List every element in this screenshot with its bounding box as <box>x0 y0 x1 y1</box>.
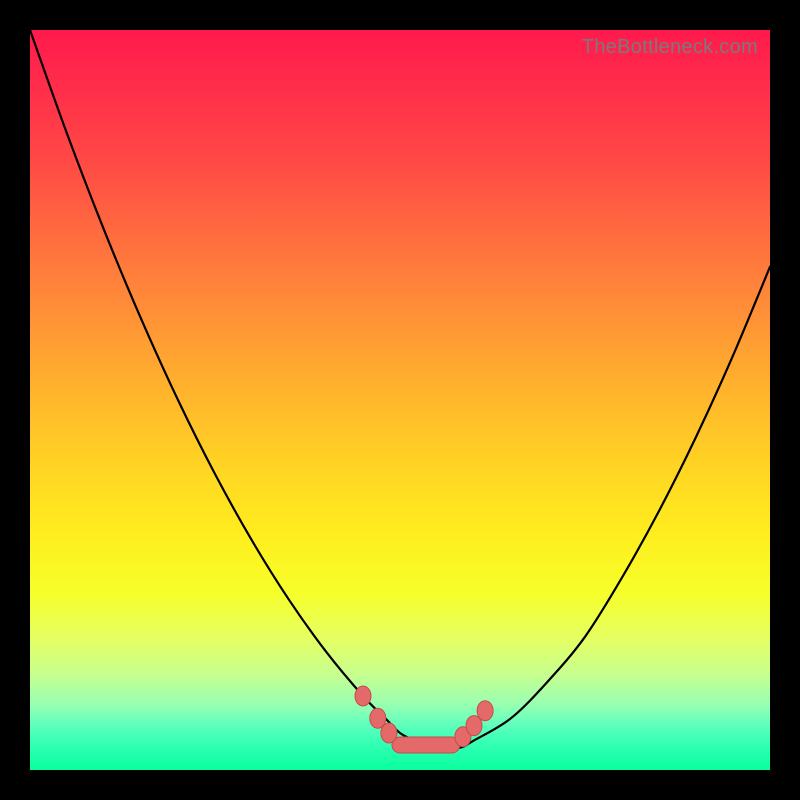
chart-frame: TheBottleneck.com <box>0 0 800 800</box>
bottleneck-curve <box>30 30 770 749</box>
valley-markers <box>355 686 493 753</box>
valley-marker <box>370 708 386 728</box>
valley-marker <box>381 723 397 743</box>
valley-marker <box>455 727 471 747</box>
curve-layer <box>30 30 770 770</box>
plot-area: TheBottleneck.com <box>30 30 770 770</box>
valley-marker <box>477 701 493 721</box>
valley-marker <box>355 686 371 706</box>
valley-pill <box>392 737 460 753</box>
valley-marker <box>466 716 482 736</box>
watermark-text: TheBottleneck.com <box>582 36 758 59</box>
